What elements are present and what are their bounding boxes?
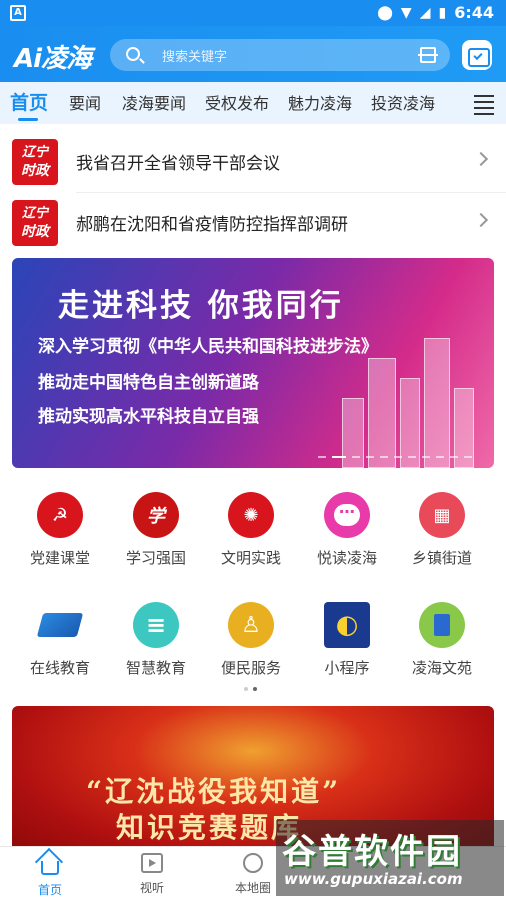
news-title: 郝鹏在沈阳和省疫情防控指挥部调研 (76, 215, 348, 235)
tv-icon (141, 853, 163, 873)
map-icon (243, 853, 263, 873)
grid-item-civilization[interactable]: ✺ 文明实践 (206, 492, 296, 568)
banner-line: 推动实现高水平科技自立自强 (38, 407, 259, 427)
tab-active-indicator (18, 118, 38, 121)
grid-page-indicator (244, 687, 257, 691)
tab-authorized[interactable]: 受权发布 (205, 90, 269, 114)
grid-label: 文明实践 (220, 549, 281, 567)
grid-label: 便民服务 (220, 659, 281, 677)
status-time: 6:44 (454, 3, 494, 22)
watermark-url: www.gupuxiazai.com (284, 870, 463, 888)
grid-item-party-class[interactable]: ☭ 党建课堂 (15, 492, 105, 568)
carousel-banner[interactable]: 走进科技 你我同行 深入学习贯彻《中华人民共和国科技进步法》 推动走中国特色自主… (12, 258, 494, 468)
news-badge: 辽宁 时政 (12, 200, 58, 246)
person-icon: ♙ (228, 602, 274, 648)
grid-item-online-edu[interactable]: 在线教育 (15, 602, 105, 678)
watermark-brand: 谷普软件园 (282, 832, 462, 872)
nav-av[interactable]: 视听 (117, 853, 187, 896)
chevron-right-icon (473, 151, 489, 167)
wifi-icon: ▼ (400, 4, 412, 21)
xuexi-icon: 学 (133, 492, 179, 538)
grid-item-services[interactable]: ♙ 便民服务 (206, 602, 296, 678)
tab-linghai-news[interactable]: 凌海要闻 (122, 90, 186, 114)
home-icon (41, 861, 59, 875)
grid-label: 乡镇街道 (411, 549, 472, 567)
chevron-right-icon (473, 212, 489, 228)
grid-item-smart-edu[interactable]: ≡ 智慧教育 (111, 602, 201, 678)
status-bar: A ⬤ ▼ ◢ ▮ 6:44 (0, 0, 506, 26)
calendar-check-icon[interactable] (462, 40, 492, 70)
news-item[interactable]: 辽宁 时政 郝鹏在沈阳和省疫情防控指挥部调研 (12, 192, 494, 252)
grid-item-xuexi[interactable]: 学 学习强国 (111, 492, 201, 568)
party-icon: ☭ (37, 492, 83, 538)
news-title: 我省召开全省领导干部会议 (76, 154, 280, 174)
grid-item-miniapp[interactable]: ◐ 小程序 (302, 602, 392, 678)
channel-tabs: 首页 要闻 凌海要闻 受权发布 魅力凌海 投资凌海 (0, 82, 506, 124)
book-icon (419, 602, 465, 648)
grid-item-reading[interactable]: ⋯ 悦读凌海 (302, 492, 392, 568)
watermark: 谷普软件园 www.gupuxiazai.com (276, 820, 504, 896)
building-icon: ▦ (419, 492, 465, 538)
location-icon: ⬤ (377, 4, 393, 21)
grid-label: 学习强国 (125, 549, 186, 567)
tab-charm[interactable]: 魅力凌海 (288, 90, 352, 114)
laptop-icon (36, 602, 84, 648)
search-input[interactable]: 搜索关键字 (110, 39, 450, 71)
chat-icon: ⋯ (324, 492, 370, 538)
grid-label: 智慧教育 (125, 659, 186, 677)
tab-news[interactable]: 要闻 (69, 90, 101, 114)
news-badge: 辽宁 时政 (12, 139, 58, 185)
app-header: Ai凌海 搜索关键字 (0, 26, 506, 82)
grid-label: 凌海文苑 (411, 659, 472, 677)
carousel-indicator (318, 456, 472, 458)
scan-icon[interactable] (418, 47, 438, 63)
nav-home[interactable]: 首页 (15, 853, 85, 898)
miniapp-icon: ◐ (324, 602, 370, 648)
promo-subtitle: 知识竞赛题库 (116, 811, 303, 844)
battery-icon: ▮ (438, 4, 447, 21)
news-item[interactable]: 辽宁 时政 我省召开全省领导干部会议 (12, 131, 494, 191)
banner-line: 推动走中国特色自主创新道路 (38, 373, 259, 393)
tab-home[interactable]: 首页 (10, 88, 48, 115)
signal-icon: ◢ (419, 4, 431, 21)
civilization-icon: ✺ (228, 492, 274, 538)
grid-item-towns[interactable]: ▦ 乡镇街道 (397, 492, 487, 568)
banner-title: 走进科技 你我同行 (58, 288, 344, 324)
grid-label: 党建课堂 (29, 549, 90, 567)
grid-label: 悦读凌海 (316, 549, 377, 567)
grid-label: 在线教育 (29, 659, 90, 677)
promo-title: “辽沈战役我知道” (86, 775, 342, 808)
grid-label: 小程序 (324, 659, 370, 677)
notification-icon: A (10, 5, 26, 21)
app-logo: Ai凌海 (14, 44, 92, 74)
menu-icon[interactable] (460, 82, 506, 124)
grid-item-literature[interactable]: 凌海文苑 (397, 602, 487, 678)
tab-invest[interactable]: 投资凌海 (371, 90, 435, 114)
search-icon (126, 47, 140, 61)
status-icons: ⬤ ▼ ◢ ▮ 6:44 (377, 3, 494, 22)
books-icon: ≡ (133, 602, 179, 648)
search-placeholder: 搜索关键字 (162, 50, 228, 65)
banner-line: 深入学习贯彻《中华人民共和国科技进步法》 (38, 337, 378, 357)
